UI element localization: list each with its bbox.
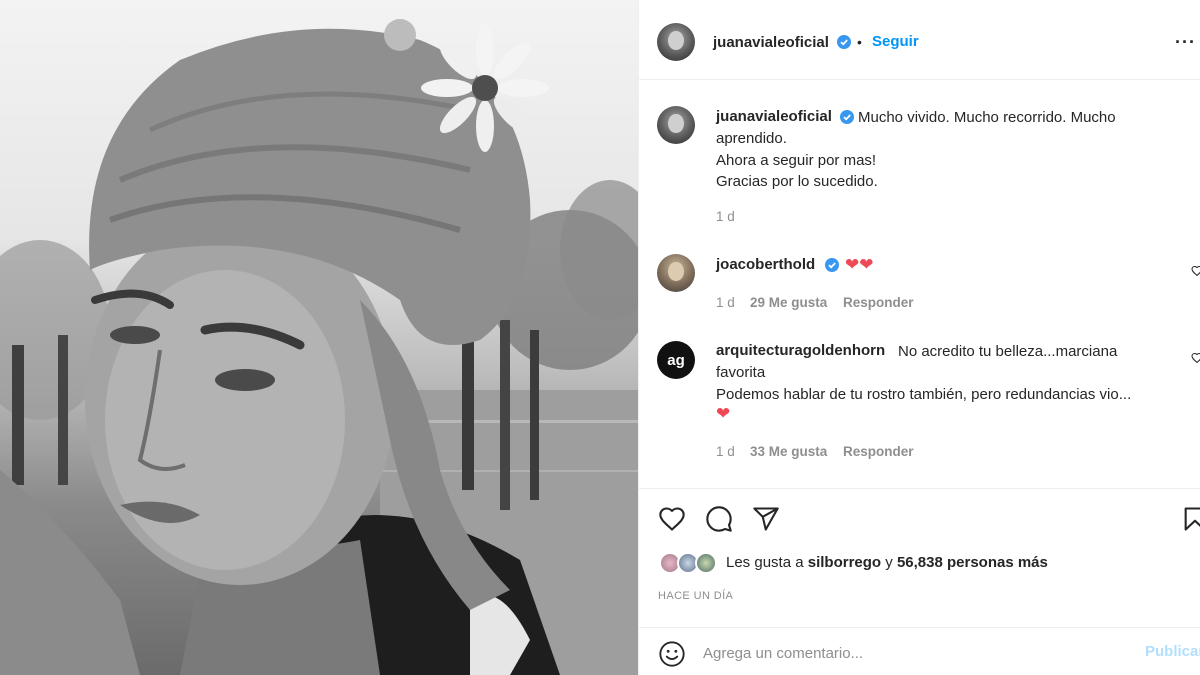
liker-username[interactable]: silborrego [808,554,881,571]
comment-text: favorita [716,364,766,381]
post-photo[interactable] [0,0,638,675]
reply-button[interactable]: Responder [843,444,914,459]
comment-time: 1 d [716,295,735,310]
photo-illustration [0,19,638,675]
comment-divider [639,627,1200,628]
heart-icon[interactable] [658,505,686,533]
commenter-avatar[interactable] [657,254,695,292]
separator-dot: • [857,34,862,50]
verified-icon [840,110,854,124]
verified-icon [837,35,851,49]
comment-time: 1 d [716,444,735,459]
likes-summary: Les gusta a silborrego y 56,838 personas… [726,554,1048,571]
likers-avatars[interactable] [659,552,721,574]
post-details-panel: juanavialeoficial • Seguir ··· juanavial… [638,0,1200,675]
caption-avatar[interactable] [657,106,695,144]
author-avatar[interactable] [657,23,695,61]
caption-line: Gracias por lo sucedido. [716,173,878,190]
more-icon[interactable]: ··· [1175,32,1196,53]
verified-icon [825,258,839,272]
comment-icon[interactable] [705,505,733,533]
commenter-username[interactable]: joacoberthold [716,256,815,273]
post-timestamp: HACE UN DÍA [658,590,734,602]
commenter-username[interactable]: arquitecturagoldenhorn [716,342,885,359]
save-icon[interactable] [1181,505,1200,533]
likes-conj: y [885,554,893,571]
comment-text: No acredito tu belleza...marciana [898,343,1118,360]
comment-text: Podemos hablar de tu rostro también, per… [716,386,1132,403]
likes-count[interactable]: 56,838 personas más [897,554,1048,571]
comment-like-heart-icon[interactable] [1191,352,1200,364]
actions-divider [639,488,1200,489]
comment-heart: ❤ [716,404,731,423]
comment-likes[interactable]: 33 Me gusta [750,444,827,459]
likes-prefix: Les gusta a [726,554,804,571]
commenter-avatar[interactable]: ag [657,341,695,379]
post-header: juanavialeoficial • Seguir ··· [639,0,1200,80]
caption-line: Ahora a seguir por mas! [716,152,877,169]
reply-button[interactable]: Responder [843,295,914,310]
caption-time: 1 d [716,209,735,224]
author-username[interactable]: juanavialeoficial [713,34,829,51]
caption-line: aprendido. [716,130,787,147]
comment-input[interactable] [703,640,1123,666]
follow-button[interactable]: Seguir [872,33,919,50]
comment-likes[interactable]: 29 Me gusta [750,295,827,310]
commenter-avatar-text: ag [667,351,685,369]
emoji-icon[interactable] [658,640,686,668]
share-icon[interactable] [752,505,780,533]
publish-button[interactable]: Publicar [1145,643,1200,660]
caption-line: Mucho vivido. Mucho recorrido. Mucho [858,109,1116,126]
caption-author[interactable]: juanavialeoficial [716,108,832,125]
comment-text: ❤❤ [845,255,874,274]
comment-like-heart-icon[interactable] [1191,265,1200,277]
